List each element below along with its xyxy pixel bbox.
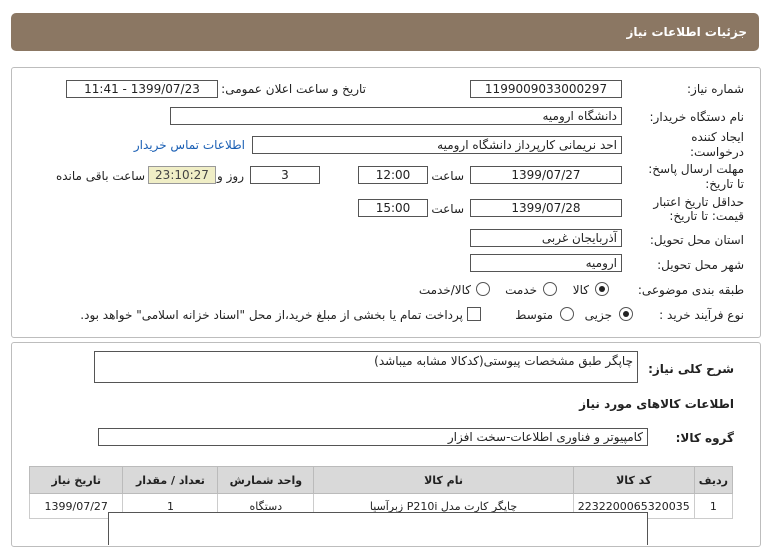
deadline-label-line1: مهلت ارسال پاسخ:	[648, 162, 744, 176]
announce-datetime-field[interactable]: 1399/07/23 - 11:41	[66, 80, 218, 98]
category-radio-goods[interactable]	[595, 282, 609, 296]
remaining-time-label: ساعت باقی مانده	[55, 169, 145, 183]
deadline-time-field[interactable]: 12:00	[358, 166, 428, 184]
category-option-goods-service: کالا/خدمت	[418, 283, 471, 297]
col-need-date: تاریخ نیاز	[28, 466, 124, 494]
goods-group-field[interactable]: کامپیوتر و فناوری اطلاعات-سخت افزار	[98, 428, 648, 446]
category-option-goods: کالا	[572, 283, 589, 297]
validity-label-line2: قیمت: تا تاریخ:	[669, 209, 744, 223]
category-option-service: خدمت	[505, 283, 537, 297]
remaining-days-field: 3	[250, 166, 320, 184]
countdown-timer: 23:10:27	[148, 166, 216, 184]
days-label: روز و	[217, 169, 244, 183]
process-option-minor: جزیی	[584, 308, 612, 322]
process-option-medium: متوسط	[515, 308, 553, 322]
deadline-label-line2: تا تاریخ:	[705, 177, 744, 191]
city-label: شهر محل تحویل:	[657, 258, 744, 272]
goods-section-title: اطلاعات کالاهای مورد نیاز	[579, 397, 734, 411]
col-quantity: تعداد / مقدار	[122, 466, 219, 494]
col-item-name: نام کالا	[313, 466, 574, 494]
province-label: استان محل تحویل:	[649, 233, 744, 247]
treasury-payment-checkbox[interactable]	[467, 307, 481, 321]
cell-row-number: 1	[693, 493, 734, 519]
category-label: طبقه بندی موضوعی:	[637, 283, 744, 297]
col-unit: واحد شمارش	[217, 466, 315, 494]
province-field[interactable]: آذربایجان غربی	[470, 229, 622, 247]
creator-label-line2: درخواست:	[690, 145, 744, 159]
buyer-org-label: نام دستگاه خریدار:	[649, 110, 745, 124]
category-radio-goods-service[interactable]	[476, 282, 490, 296]
col-row-number: ردیف	[693, 466, 734, 494]
category-radio-service[interactable]	[543, 282, 557, 296]
treasury-payment-note: پرداخت تمام یا بخشی از مبلغ خرید،از محل …	[80, 308, 463, 322]
goods-group-label: گروه کالا:	[675, 431, 734, 445]
creator-label-line1: ایجاد کننده	[691, 130, 744, 144]
validity-time-label: ساعت	[431, 202, 464, 216]
need-number-field[interactable]: 1199009033000297	[470, 80, 622, 98]
process-type-label: نوع فرآیند خرید :	[659, 308, 744, 322]
need-number-label: شماره نیاز:	[687, 82, 744, 96]
item-details-box	[108, 512, 648, 545]
description-label: شرح کلی نیاز:	[648, 362, 734, 376]
deadline-time-label: ساعت	[431, 169, 464, 183]
buyer-org-field[interactable]: دانشگاه ارومیه	[170, 107, 622, 125]
goods-table-header-row: تاریخ نیاز تعداد / مقدار واحد شمارش نام …	[28, 466, 734, 494]
city-field[interactable]: ارومیه	[470, 254, 622, 272]
announce-datetime-label: تاریخ و ساعت اعلان عمومی:	[221, 82, 366, 96]
buyer-contact-link[interactable]: اطلاعات تماس خریدار	[134, 138, 245, 152]
creator-field[interactable]: احد نریمانی کارپرداز دانشگاه ارومیه	[252, 136, 622, 154]
description-box[interactable]: چاپگر طبق مشخصات پیوستی(کدکالا مشابه میب…	[94, 351, 638, 383]
page-title: جزئیات اطلاعات نیاز	[626, 25, 747, 39]
col-item-code: کد کالا	[572, 466, 695, 494]
process-radio-medium[interactable]	[560, 307, 574, 321]
description-text: چاپگر طبق مشخصات پیوستی(کدکالا مشابه میب…	[374, 354, 633, 368]
validity-time-field[interactable]: 15:00	[358, 199, 428, 217]
deadline-date-field[interactable]: 1399/07/27	[470, 166, 622, 184]
process-radio-minor[interactable]	[619, 307, 633, 321]
validity-date-field[interactable]: 1399/07/28	[470, 199, 622, 217]
validity-label-line1: حداقل تاریخ اعتبار	[653, 195, 744, 209]
page-header: جزئیات اطلاعات نیاز	[11, 13, 759, 51]
